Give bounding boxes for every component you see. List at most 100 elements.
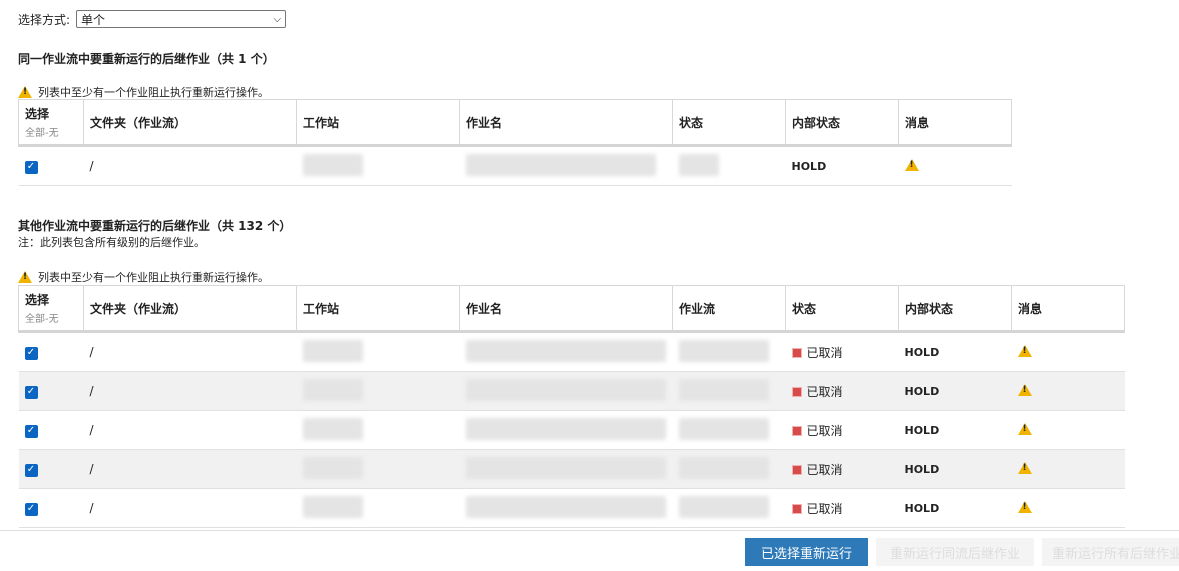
redacted-workstation	[302, 417, 363, 440]
redacted-job-name	[465, 417, 666, 440]
redacted-workstation	[302, 339, 363, 362]
row-status: 已取消	[785, 410, 899, 450]
selection-mode-select[interactable]: 单个 ⌵	[76, 10, 287, 28]
col-message: 消息	[1011, 285, 1125, 333]
row-workstation	[296, 331, 460, 372]
redacted-job-name	[465, 378, 666, 401]
row-status-text: 已取消	[806, 462, 843, 477]
row-checkbox[interactable]: ✓	[24, 385, 38, 399]
col-job-stream: 作业流	[672, 285, 786, 333]
row-job-stream	[672, 410, 786, 450]
row-workstation	[296, 410, 460, 450]
row-folder: /	[83, 371, 297, 411]
col-workstation: 工作站	[296, 285, 460, 333]
table-header-row: 选择 全部-无 文件夹（作业流） 工作站 作业名 作业流 状态 内部状态 消息	[18, 285, 1125, 333]
row-checkbox-cell: ✓	[18, 331, 84, 372]
select-all-none: 全部-无	[25, 128, 59, 139]
row-internal-status: HOLD	[785, 145, 899, 186]
col-select-label: 选择	[25, 293, 50, 307]
redacted-job-stream	[678, 456, 769, 479]
row-workstation	[296, 145, 460, 186]
row-message	[898, 145, 1012, 186]
select-none-link[interactable]: 无	[49, 128, 59, 139]
select-all-link[interactable]: 全部	[25, 314, 45, 325]
warning-icon[interactable]	[1017, 422, 1032, 435]
row-status: 已取消	[785, 331, 899, 372]
row-status-text: 已取消	[806, 345, 843, 360]
select-none-link[interactable]: 无	[49, 314, 59, 325]
cancelled-status-icon	[791, 348, 802, 358]
redacted-workstation	[302, 378, 363, 401]
row-checkbox[interactable]: ✓	[24, 346, 38, 360]
col-internal-status: 内部状态	[898, 285, 1012, 333]
chevron-down-icon: ⌵	[273, 13, 282, 25]
table-row: ✓ / 已取消 HOLD	[18, 488, 1125, 528]
row-folder: /	[83, 410, 297, 450]
row-job-stream	[672, 331, 786, 372]
row-checkbox[interactable]: ✓	[24, 463, 38, 477]
row-checkbox[interactable]: ✓	[24, 160, 38, 174]
rerun-all-button[interactable]: 重新运行所有后继作业	[1042, 538, 1179, 566]
row-status-text: 已取消	[806, 384, 843, 399]
col-message: 消息	[898, 99, 1012, 147]
col-folder: 文件夹（作业流）	[83, 99, 297, 147]
row-status: 已取消	[785, 449, 899, 489]
rerun-same-flow-button[interactable]: 重新运行同流后继作业	[876, 538, 1034, 566]
table-row: ✓ / 已取消 HOLD	[18, 371, 1125, 411]
row-folder: /	[83, 449, 297, 489]
row-status-text: 已取消	[806, 501, 843, 516]
row-checkbox-cell: ✓	[18, 449, 84, 489]
selection-mode-value: 单个	[81, 12, 106, 27]
other-flows-warning-text: 列表中至少有一个作业阻止执行重新运行操作。	[38, 271, 269, 284]
row-internal-status: HOLD	[898, 449, 1012, 489]
warning-icon	[18, 86, 32, 98]
col-job-name: 作业名	[459, 285, 673, 333]
row-internal-status: HOLD	[898, 331, 1012, 372]
row-message	[1011, 331, 1125, 372]
table-row: ✓ / 已取消 HOLD	[18, 331, 1125, 372]
redacted-workstation	[302, 153, 363, 176]
select-all-link[interactable]: 全部	[25, 128, 45, 139]
row-checkbox[interactable]: ✓	[24, 424, 38, 438]
col-status: 状态	[672, 99, 786, 147]
row-folder: /	[83, 145, 297, 186]
cancelled-status-icon	[791, 426, 802, 436]
warning-icon[interactable]	[1017, 383, 1032, 396]
warning-icon	[18, 271, 32, 283]
col-workstation: 工作站	[296, 99, 460, 147]
redacted-status	[678, 153, 719, 176]
redacted-workstation	[302, 456, 363, 479]
row-folder: /	[83, 331, 297, 372]
row-checkbox-cell: ✓	[18, 410, 84, 450]
redacted-job-stream	[678, 495, 769, 518]
col-select: 选择 全部-无	[18, 99, 84, 147]
table-row: ✓ / 已取消 HOLD	[18, 449, 1125, 489]
redacted-job-name	[465, 456, 666, 479]
redacted-job-name	[465, 153, 656, 176]
row-job-stream	[672, 449, 786, 489]
redacted-job-name	[465, 339, 666, 362]
row-job-name	[459, 331, 673, 372]
rerun-selected-button[interactable]: 已选择重新运行	[745, 538, 868, 566]
redacted-job-stream	[678, 339, 769, 362]
cancelled-status-icon	[791, 387, 802, 397]
row-message	[1011, 449, 1125, 489]
redacted-workstation	[302, 495, 363, 518]
row-message	[1011, 371, 1125, 411]
same-flow-warning-text: 列表中至少有一个作业阻止执行重新运行操作。	[38, 86, 269, 99]
row-job-name	[459, 145, 673, 186]
warning-icon[interactable]	[904, 158, 919, 171]
warning-icon[interactable]	[1017, 500, 1032, 513]
row-message	[1011, 488, 1125, 528]
row-checkbox[interactable]: ✓	[24, 502, 38, 516]
warning-icon[interactable]	[1017, 344, 1032, 357]
row-status: 已取消	[785, 371, 899, 411]
selection-mode-row: 选择方式: 单个 ⌵	[18, 10, 287, 28]
redacted-job-stream	[678, 378, 769, 401]
row-job-name	[459, 449, 673, 489]
row-status	[672, 145, 786, 186]
row-status: 已取消	[785, 488, 899, 528]
other-flows-note: 注：此列表包含所有级别的后继作业。	[18, 236, 205, 249]
warning-icon[interactable]	[1017, 461, 1032, 474]
redacted-job-stream	[678, 417, 769, 440]
